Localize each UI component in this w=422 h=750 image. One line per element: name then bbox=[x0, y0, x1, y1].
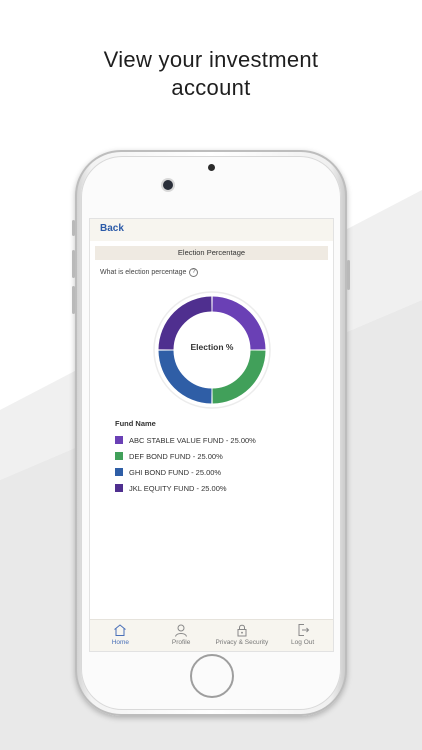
tab-profile[interactable]: Profile bbox=[151, 620, 212, 651]
phone-frame: Back Election Percentage What is electio… bbox=[72, 150, 350, 716]
home-icon bbox=[114, 624, 127, 636]
power-button bbox=[347, 260, 350, 290]
navigation-bar: Back bbox=[90, 219, 333, 241]
legend-label: ABC STABLE VALUE FUND - 25.00% bbox=[129, 435, 256, 445]
legend-swatch bbox=[115, 436, 123, 444]
headline-line-2: account bbox=[171, 75, 251, 100]
user-icon bbox=[175, 624, 188, 637]
legend-swatch bbox=[115, 468, 123, 476]
legend-label: JKL EQUITY FUND - 25.00% bbox=[129, 483, 227, 493]
legend-item-ghi: GHI BOND FUND - 25.00% bbox=[115, 464, 256, 480]
volume-up-button bbox=[72, 250, 75, 278]
volume-down-button bbox=[72, 286, 75, 314]
tab-label: Privacy & Security bbox=[215, 639, 269, 646]
legend-swatch bbox=[115, 484, 123, 492]
legend-swatch bbox=[115, 452, 123, 460]
donut-slice-1 bbox=[212, 350, 266, 404]
election-donut-chart: Election % bbox=[152, 290, 272, 410]
tab-privacy-security[interactable]: Privacy & Security bbox=[212, 620, 273, 651]
back-button[interactable]: Back bbox=[100, 223, 124, 234]
app-screen: Back Election Percentage What is electio… bbox=[90, 219, 333, 651]
legend-label: GHI BOND FUND - 25.00% bbox=[129, 467, 222, 477]
tab-log-out[interactable]: Log Out bbox=[272, 620, 333, 651]
legend-label: DEF BOND FUND - 25.00% bbox=[129, 451, 223, 461]
legend-item-def: DEF BOND FUND - 25.00% bbox=[115, 448, 256, 464]
question-text: What is election percentage bbox=[100, 269, 187, 276]
earpiece-dot bbox=[208, 164, 215, 171]
bottom-tab-bar: Home Profile Privacy & Security Log Out bbox=[90, 619, 333, 651]
headline-line-1: View your investment bbox=[103, 47, 319, 72]
logout-icon bbox=[298, 624, 309, 636]
legend-item-abc: ABC STABLE VALUE FUND - 25.00% bbox=[115, 432, 256, 448]
donut-slice-2 bbox=[158, 350, 212, 404]
mute-switch bbox=[72, 220, 75, 236]
legend-item-jkl: JKL EQUITY FUND - 25.00% bbox=[115, 480, 256, 496]
tab-home[interactable]: Home bbox=[90, 620, 151, 651]
home-button[interactable] bbox=[190, 654, 234, 698]
fund-legend: Fund Name ABC STABLE VALUE FUND - 25.00%… bbox=[115, 419, 256, 496]
tab-label: Profile bbox=[171, 639, 191, 646]
page-headline: View your investment account bbox=[0, 46, 422, 102]
front-camera bbox=[163, 180, 173, 190]
help-icon[interactable]: ? bbox=[189, 268, 199, 277]
election-question: What is election percentage ? bbox=[100, 268, 199, 277]
section-header: Election Percentage bbox=[95, 246, 328, 260]
tab-label: Home bbox=[111, 639, 130, 646]
lock-icon bbox=[237, 624, 247, 637]
tab-label: Log Out bbox=[291, 639, 315, 646]
legend-title: Fund Name bbox=[115, 419, 156, 428]
donut-center-label: Election % bbox=[190, 342, 234, 352]
